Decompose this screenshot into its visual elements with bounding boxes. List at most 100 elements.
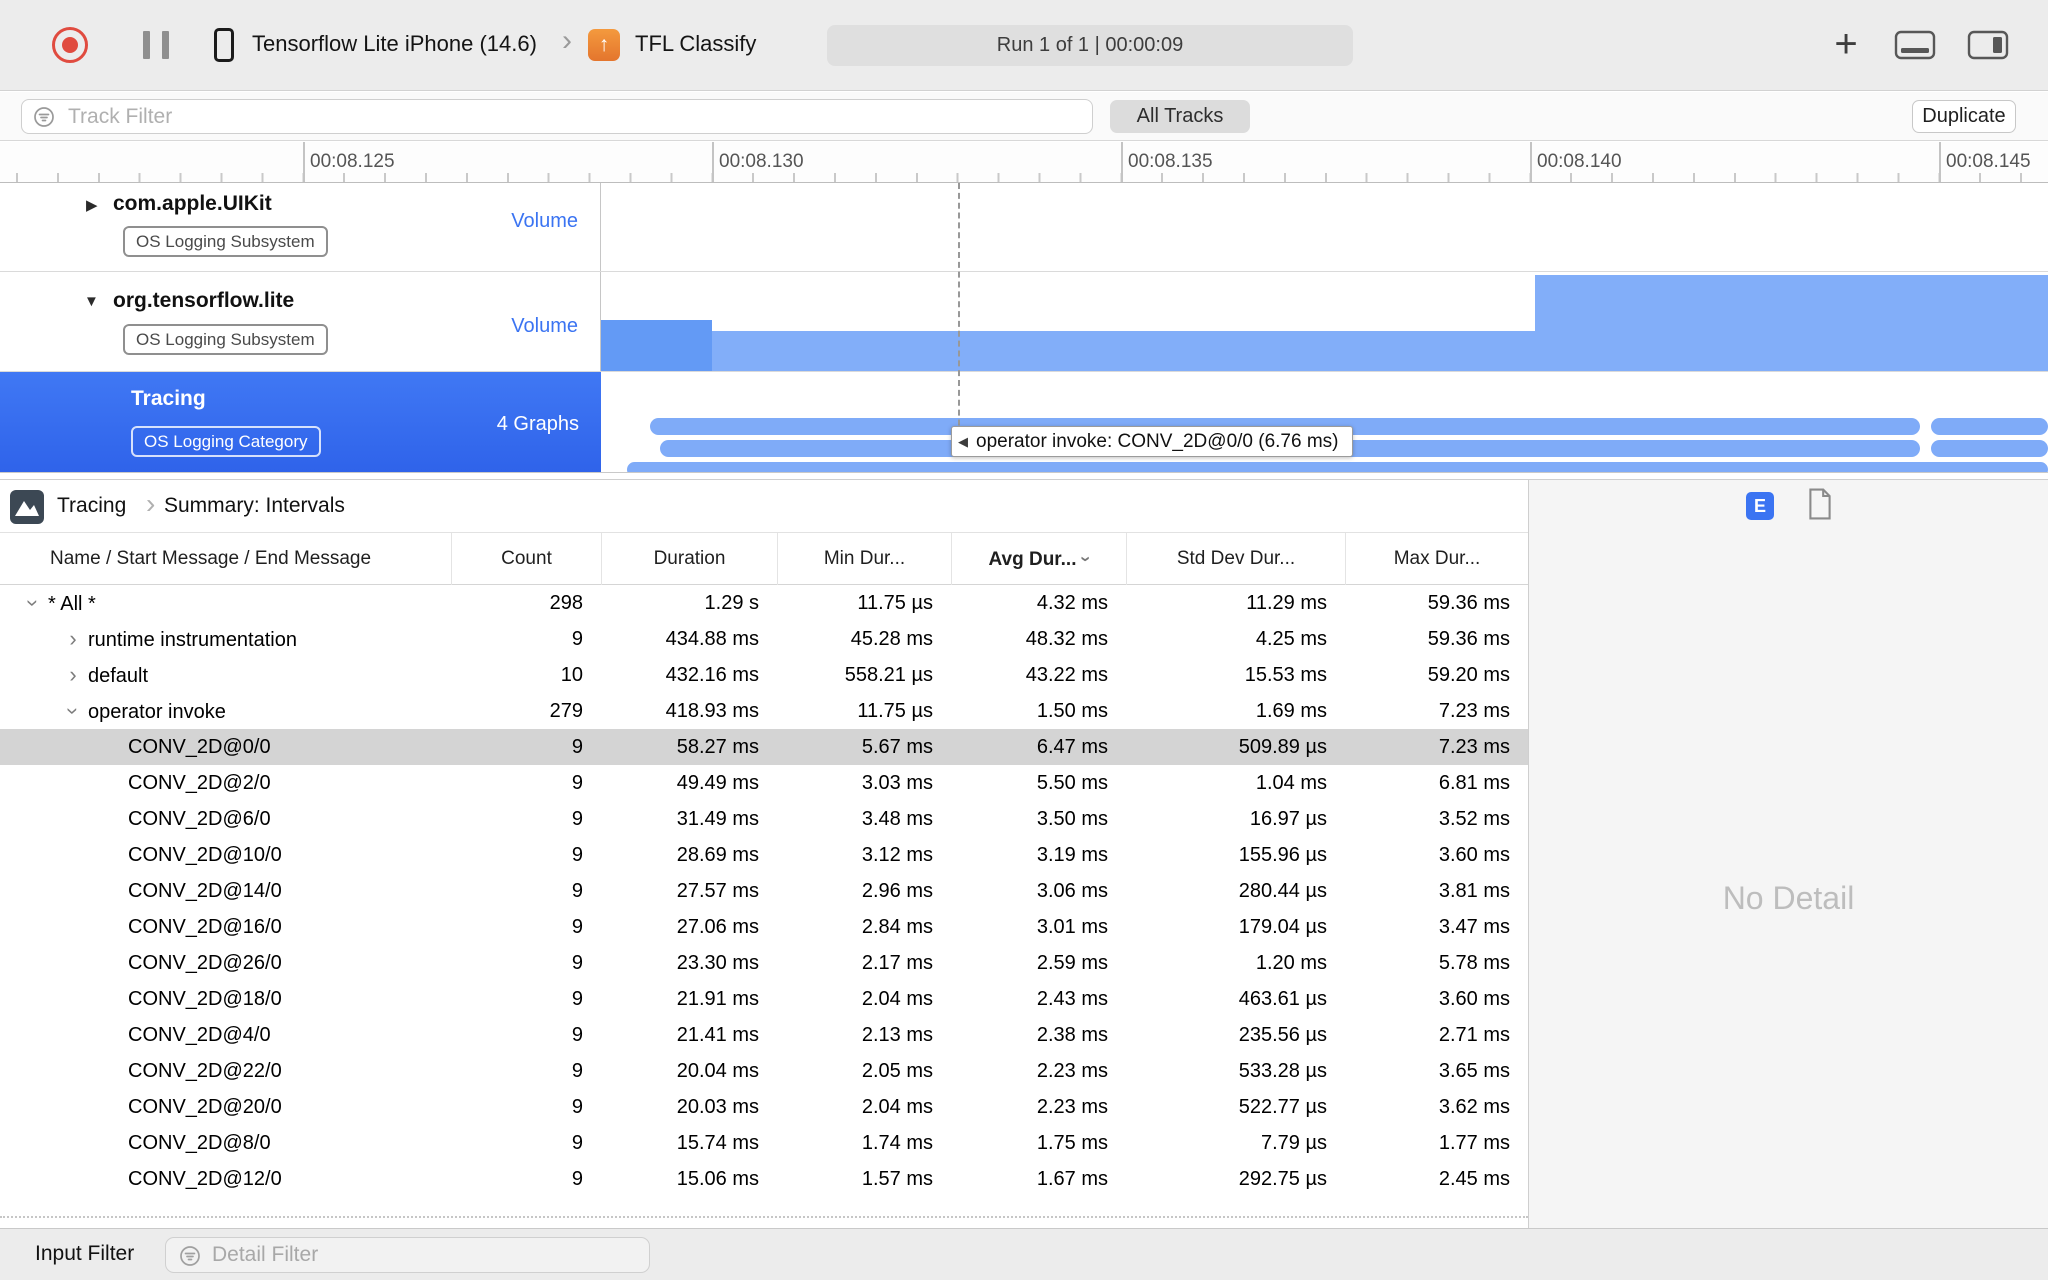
cell-min: 5.67 ms bbox=[861, 736, 933, 758]
row-name: default bbox=[88, 665, 149, 687]
cell-count: 9 bbox=[571, 736, 583, 758]
cell-stddev: 235.56 µs bbox=[1238, 1024, 1327, 1046]
cell-max: 59.36 ms bbox=[1427, 628, 1510, 650]
table-row[interactable]: › runtime instrumentation 9 434.88 ms 45.… bbox=[0, 621, 1528, 657]
cell-avg: 1.67 ms bbox=[1036, 1168, 1108, 1190]
cell-max: 3.81 ms bbox=[1438, 880, 1510, 902]
column-header-count[interactable]: Count bbox=[451, 533, 601, 585]
all-tracks-button[interactable]: All Tracks bbox=[1110, 100, 1250, 133]
cell-stddev: 1.20 ms bbox=[1255, 952, 1327, 974]
table-row[interactable]: CONV_2D@6/0 9 31.49 ms 3.48 ms 3.50 ms 1… bbox=[0, 801, 1528, 837]
cell-max: 7.23 ms bbox=[1438, 700, 1510, 722]
input-filter-label: Input Filter bbox=[35, 1242, 135, 1265]
table-row[interactable]: › * All * 298 1.29 s 11.75 µs 4.32 ms 11.… bbox=[0, 585, 1528, 621]
column-header-max[interactable]: Max Dur... bbox=[1345, 533, 1528, 585]
instruments-window: Tensorflow Lite iPhone (14.6) › ↑ TFL Cl… bbox=[0, 0, 2048, 1280]
track-row-tracing[interactable]: Tracing OS Logging Category 4 Graphs bbox=[0, 372, 2048, 473]
cell-avg: 2.59 ms bbox=[1036, 952, 1108, 974]
bottom-bar: Input Filter bbox=[0, 1228, 2048, 1280]
table-row[interactable]: CONV_2D@18/0 9 21.91 ms 2.04 ms 2.43 ms … bbox=[0, 981, 1528, 1017]
cell-min: 11.75 µs bbox=[857, 592, 933, 614]
toggle-bottom-pane-button[interactable] bbox=[1893, 29, 1937, 66]
pause-button[interactable] bbox=[143, 31, 169, 59]
table-row[interactable]: CONV_2D@22/0 9 20.04 ms 2.05 ms 2.23 ms … bbox=[0, 1053, 1528, 1089]
document-icon[interactable] bbox=[1807, 488, 1833, 525]
ruler-tick: 00:08.125 bbox=[303, 142, 395, 182]
disclosure-chevron-icon[interactable]: › bbox=[55, 696, 91, 726]
table-row[interactable]: CONV_2D@16/0 9 27.06 ms 2.84 ms 3.01 ms … bbox=[0, 909, 1528, 945]
extended-detail-button[interactable]: E bbox=[1746, 492, 1774, 520]
breadcrumb-summary[interactable]: Summary: Intervals bbox=[164, 494, 345, 518]
disclosure-triangle-icon[interactable]: ▶ bbox=[86, 196, 98, 214]
cell-stddev: 1.69 ms bbox=[1255, 700, 1327, 722]
cell-duration: 58.27 ms bbox=[676, 736, 759, 758]
disclosure-chevron-icon[interactable]: › bbox=[58, 657, 88, 693]
track-row-uikit[interactable]: ▶ com.apple.UIKit OS Logging Subsystem V… bbox=[0, 183, 2048, 272]
add-instrument-button[interactable]: + bbox=[1824, 21, 1868, 69]
cell-stddev: 179.04 µs bbox=[1238, 916, 1327, 938]
table-row[interactable]: › operator invoke 279 418.93 ms 11.75 µs … bbox=[0, 693, 1528, 729]
table-row[interactable]: CONV_2D@0/0 9 58.27 ms 5.67 ms 6.47 ms 5… bbox=[0, 729, 1528, 765]
track-meta[interactable]: 4 Graphs bbox=[497, 413, 579, 436]
track-filter-input[interactable] bbox=[21, 99, 1093, 134]
cell-max: 3.65 ms bbox=[1438, 1060, 1510, 1082]
disclosure-triangle-icon[interactable]: ▼ bbox=[84, 293, 99, 310]
cell-duration: 1.29 s bbox=[704, 592, 759, 614]
cell-duration: 28.69 ms bbox=[676, 844, 759, 866]
column-header-name[interactable]: Name / Start Message / End Message bbox=[0, 533, 451, 585]
cell-avg: 3.06 ms bbox=[1036, 880, 1108, 902]
disclosure-chevron-icon[interactable]: › bbox=[58, 621, 88, 657]
cell-duration: 49.49 ms bbox=[676, 772, 759, 794]
ruler-tick: 00:08.140 bbox=[1530, 142, 1622, 182]
table-row[interactable]: CONV_2D@8/0 9 15.74 ms 1.74 ms 1.75 ms 7… bbox=[0, 1125, 1528, 1161]
cell-max: 59.20 ms bbox=[1427, 664, 1510, 686]
cell-stddev: 4.25 ms bbox=[1255, 628, 1327, 650]
run-status: Run 1 of 1 | 00:00:09 bbox=[827, 25, 1353, 66]
column-header-stddev[interactable]: Std Dev Dur... bbox=[1126, 533, 1345, 585]
cell-count: 298 bbox=[549, 592, 583, 614]
track-meta[interactable]: Volume bbox=[511, 210, 578, 233]
table-row[interactable]: CONV_2D@26/0 9 23.30 ms 2.17 ms 2.59 ms … bbox=[0, 945, 1528, 981]
record-button[interactable] bbox=[52, 27, 88, 63]
track-meta[interactable]: Volume bbox=[511, 315, 578, 338]
table-row[interactable]: CONV_2D@14/0 9 27.57 ms 2.96 ms 3.06 ms … bbox=[0, 873, 1528, 909]
table-truncation-line bbox=[0, 1216, 1528, 1218]
table-row[interactable]: CONV_2D@2/0 9 49.49 ms 3.03 ms 5.50 ms 1… bbox=[0, 765, 1528, 801]
table-row[interactable]: CONV_2D@20/0 9 20.03 ms 2.04 ms 2.23 ms … bbox=[0, 1089, 1528, 1125]
filter-icon bbox=[178, 1244, 202, 1273]
cell-stddev: 11.29 ms bbox=[1246, 592, 1327, 614]
table-row[interactable]: CONV_2D@10/0 9 28.69 ms 3.12 ms 3.19 ms … bbox=[0, 837, 1528, 873]
cell-min: 2.17 ms bbox=[861, 952, 933, 974]
row-name: CONV_2D@6/0 bbox=[128, 808, 271, 830]
duplicate-button[interactable]: Duplicate bbox=[1912, 100, 2016, 133]
column-header-avg[interactable]: Avg Dur...› bbox=[951, 533, 1126, 585]
track-row-tensorflow[interactable]: ▼ org.tensorflow.lite OS Logging Subsyst… bbox=[0, 272, 2048, 372]
column-header-duration[interactable]: Duration bbox=[601, 533, 777, 585]
playhead-line[interactable] bbox=[958, 183, 960, 455]
app-selector[interactable]: TFL Classify bbox=[635, 31, 756, 57]
cell-stddev: 1.04 ms bbox=[1255, 772, 1327, 794]
timeline-ruler[interactable]: 00:08.125 00:08.130 00:08.135 00:08.140 … bbox=[0, 142, 2048, 183]
pause-bar-icon bbox=[143, 31, 150, 59]
cell-max: 3.47 ms bbox=[1438, 916, 1510, 938]
breadcrumb-tracing[interactable]: Tracing bbox=[57, 494, 126, 518]
tooltip-text: operator invoke: CONV_2D@0/0 (6.76 ms) bbox=[976, 430, 1339, 452]
disclosure-chevron-icon[interactable]: › bbox=[15, 588, 51, 618]
cell-max: 7.23 ms bbox=[1438, 736, 1510, 758]
cell-name: CONV_2D@12/0 bbox=[0, 1161, 451, 1197]
cell-duration: 15.06 ms bbox=[676, 1168, 759, 1190]
table-row[interactable]: › default 10 432.16 ms 558.21 µs 43.22 ms… bbox=[0, 657, 1528, 693]
column-header-min[interactable]: Min Dur... bbox=[777, 533, 951, 585]
pause-bar-icon bbox=[162, 31, 169, 59]
detail-filter-input[interactable] bbox=[165, 1237, 650, 1273]
cell-max: 2.71 ms bbox=[1438, 1024, 1510, 1046]
table-row[interactable]: CONV_2D@4/0 9 21.41 ms 2.13 ms 2.38 ms 2… bbox=[0, 1017, 1528, 1053]
row-name: runtime instrumentation bbox=[88, 629, 297, 651]
cell-name: › default bbox=[0, 657, 451, 693]
toggle-right-pane-button[interactable] bbox=[1966, 29, 2010, 66]
cell-stddev: 15.53 ms bbox=[1244, 664, 1327, 686]
cell-name: CONV_2D@26/0 bbox=[0, 945, 451, 981]
table-row[interactable]: CONV_2D@12/0 9 15.06 ms 1.57 ms 1.67 ms … bbox=[0, 1161, 1528, 1197]
cell-duration: 21.41 ms bbox=[676, 1024, 759, 1046]
device-selector[interactable]: Tensorflow Lite iPhone (14.6) bbox=[252, 31, 537, 57]
